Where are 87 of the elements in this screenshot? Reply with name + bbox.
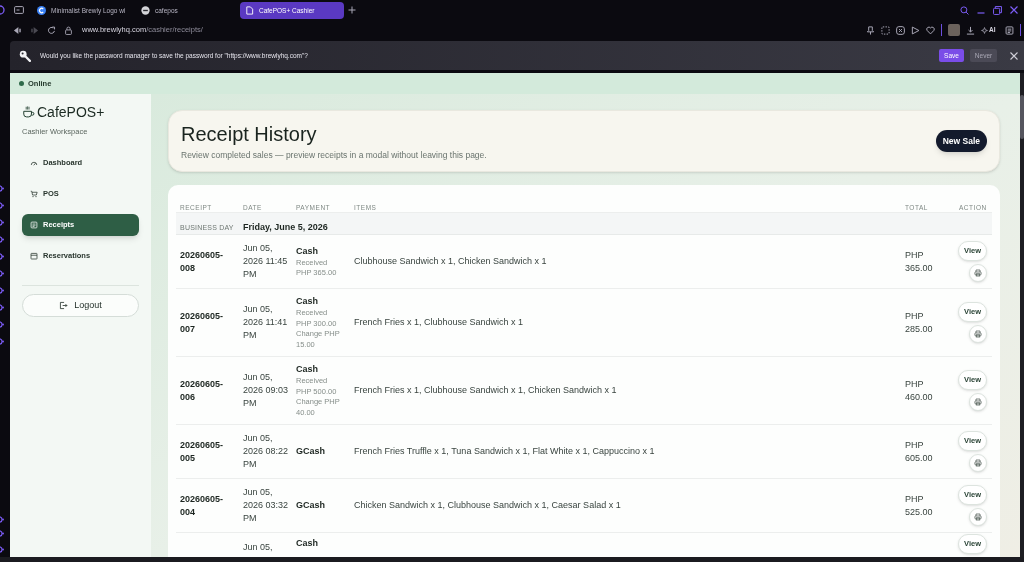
avatar-photo-placeholder[interactable] — [948, 24, 960, 36]
sale-date: Jun 05, 2026 03:32 PM — [243, 487, 289, 523]
restore-icon[interactable] — [993, 5, 1002, 15]
print-button[interactable] — [969, 508, 987, 526]
payment-method: Cash — [296, 295, 318, 308]
cart-icon — [30, 190, 38, 198]
document-icon — [245, 6, 254, 15]
receipt-id: 20260605-008 — [180, 249, 224, 273]
page-subtitle: Review completed sales — preview receipts in a modal without leaving this page. — [181, 149, 487, 160]
app-icon[interactable] — [0, 270, 6, 277]
sparkle-icon — [981, 26, 988, 34]
receipt-id: 20260605-004 — [180, 493, 224, 517]
receipt-icon — [30, 221, 38, 229]
print-button[interactable] — [969, 325, 987, 343]
x-circle-icon[interactable] — [895, 25, 905, 35]
dashed-square-icon[interactable] — [880, 25, 890, 35]
app-icon[interactable] — [0, 287, 6, 294]
sale-date: Jun 05, 2026 11:41 PM — [243, 304, 288, 340]
app-icon[interactable] — [0, 321, 6, 328]
new-sale-button[interactable]: New Sale — [935, 130, 987, 152]
heart-icon[interactable] — [925, 25, 935, 35]
logout-button[interactable]: Logout — [22, 294, 139, 317]
reload-icon[interactable] — [47, 25, 56, 35]
app-icon[interactable] — [0, 304, 6, 311]
notepad-icon[interactable] — [1004, 25, 1014, 35]
payment-method: Cash — [296, 537, 318, 550]
round-favicon-icon — [141, 6, 150, 15]
app-icon[interactable] — [0, 253, 6, 260]
brand-name: CafePOS+ — [37, 105, 105, 119]
payment-method: GCash — [296, 499, 325, 512]
payment-method: GCash — [296, 445, 325, 458]
pin-icon[interactable] — [865, 25, 875, 35]
play-icon[interactable] — [910, 25, 920, 35]
circle-favicon-icon — [37, 6, 46, 15]
calendar-icon — [30, 252, 38, 260]
receipt-id: 20260605-006 — [180, 378, 224, 402]
items-list: Chicken Sandwich x 1, Clubhouse Sandwich x 1, Caesar Salad x 1 — [354, 500, 621, 510]
payment-method: Cash — [296, 244, 318, 258]
plus-icon[interactable] — [348, 6, 356, 14]
total-amount: PHP 285.00 — [905, 310, 933, 334]
total-amount: PHP 525.00 — [905, 493, 933, 517]
close-icon[interactable] — [1010, 6, 1018, 14]
search-icon[interactable] — [960, 5, 969, 15]
printer-icon — [974, 330, 982, 338]
print-button[interactable] — [969, 393, 987, 411]
scrollbar-thumb[interactable] — [1020, 95, 1024, 139]
window-icon[interactable] — [14, 6, 24, 14]
key-icon — [19, 49, 31, 62]
total-amount: PHP 365.00 — [905, 249, 933, 273]
gauge-icon — [30, 159, 38, 167]
sale-date: Jun 05, 2026 11:45 PM — [243, 243, 288, 279]
printer-icon — [974, 459, 982, 467]
app-icon[interactable] — [0, 236, 6, 243]
page-title: Receipt History — [181, 122, 318, 145]
back-icon[interactable] — [13, 25, 22, 35]
items-list: French Fries x 1, Clubhouse Sandwich x 1, Chicken Sandwich x 1 — [354, 385, 617, 395]
items-list: French Fries x 1, Clubhouse Sandwich x 1 — [354, 317, 524, 327]
total-amount: PHP 460.00 — [905, 378, 933, 402]
app-icon[interactable] — [0, 202, 6, 209]
lock-icon — [64, 25, 73, 35]
business-day-date: Friday, June 5, 2026 — [243, 222, 328, 232]
printer-icon — [974, 269, 982, 277]
app-icon[interactable] — [0, 546, 6, 553]
app-icon[interactable] — [0, 219, 6, 226]
sale-date: Jun 05, — [243, 542, 273, 552]
download-icon[interactable] — [966, 25, 975, 35]
status-dot-icon — [19, 81, 24, 86]
coffee-cup-icon — [22, 105, 36, 119]
items-list: French Fries Truffle x 1, Tuna Sandwich x 1, Flat White x 1, Cappuccino x 1 — [354, 446, 655, 456]
receipt-id: 20260605-007 — [180, 310, 224, 334]
app-icon[interactable] — [0, 338, 6, 345]
payment-method: Cash — [296, 363, 318, 376]
receipt-id: 20260605-005 — [180, 439, 224, 463]
ring-icon[interactable] — [0, 5, 6, 15]
printer-icon — [974, 398, 982, 406]
forward-icon[interactable] — [30, 25, 39, 35]
logout-icon — [59, 301, 69, 310]
print-button[interactable] — [969, 264, 987, 282]
sale-date: Jun 05, 2026 08:22 PM — [243, 433, 289, 469]
app-icon[interactable] — [0, 530, 6, 537]
print-button[interactable] — [969, 454, 987, 472]
app-icon[interactable] — [0, 516, 6, 523]
total-amount: PHP 605.00 — [905, 439, 933, 463]
app-icon[interactable] — [0, 185, 6, 192]
items-list: Clubhouse Sandwich x 1, Chicken Sandwich x 1 — [354, 256, 547, 266]
sale-date: Jun 05, 2026 09:03 PM — [243, 372, 289, 408]
printer-icon — [974, 513, 982, 521]
